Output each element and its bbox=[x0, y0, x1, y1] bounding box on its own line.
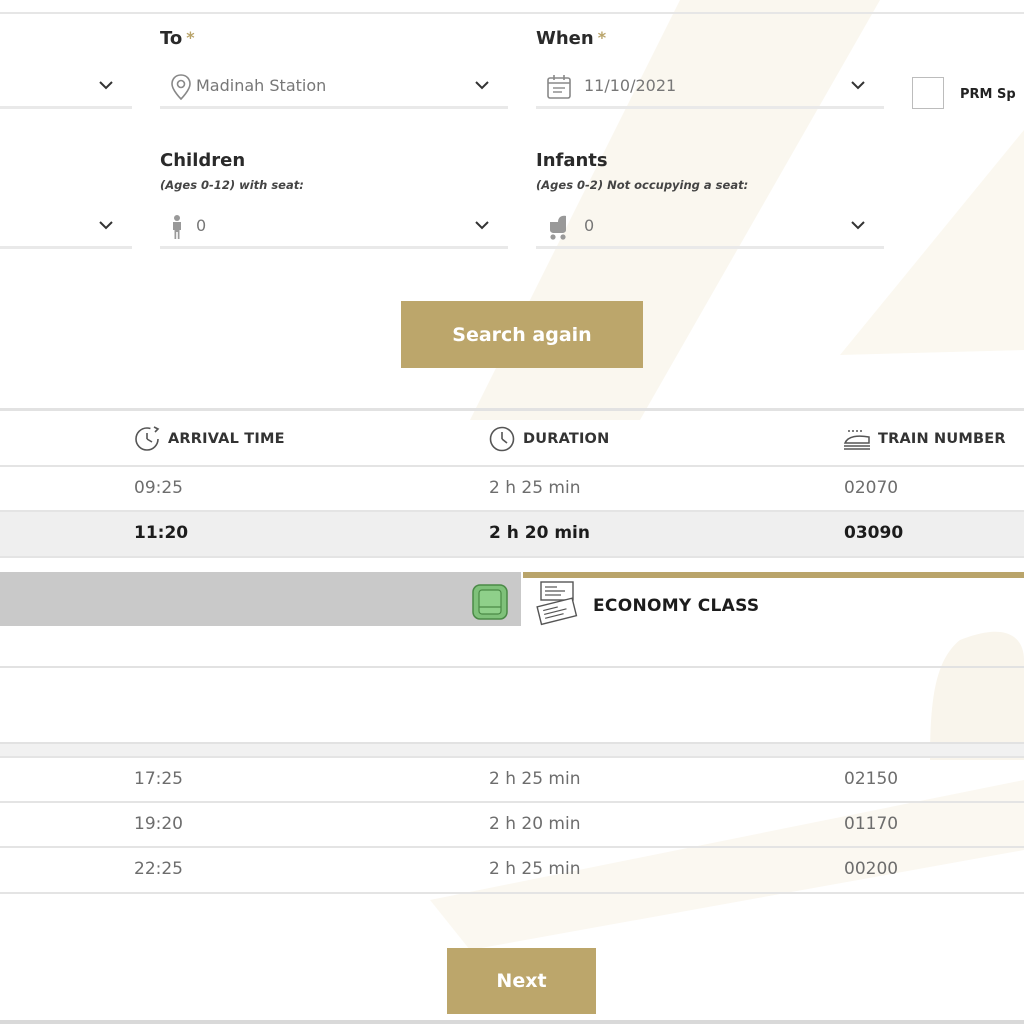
prm-label: PRM Sp bbox=[960, 87, 1016, 102]
stroller-icon bbox=[550, 215, 566, 240]
chevron-down-icon[interactable] bbox=[850, 218, 866, 232]
table-row[interactable]: 17:25 2 h 25 min 02150 bbox=[0, 756, 1024, 802]
clock-icon bbox=[489, 426, 515, 452]
chevron-down-icon[interactable] bbox=[474, 78, 490, 92]
train-number-cell: 00200 bbox=[844, 859, 899, 879]
children-sublabel: (Ages 0-12) with seat: bbox=[160, 178, 304, 192]
arrival-time-cell: 09:25 bbox=[134, 478, 183, 498]
infants-field: Infants (Ages 0-2) Not occupying a seat:… bbox=[536, 150, 884, 252]
header-arrival-time: ARRIVAL TIME bbox=[132, 425, 285, 453]
chevron-down-icon[interactable] bbox=[850, 78, 866, 92]
to-select[interactable]: Madinah Station bbox=[160, 66, 508, 109]
from-select[interactable] bbox=[0, 66, 132, 109]
when-value: 11/10/2021 bbox=[584, 76, 677, 95]
infants-select[interactable]: 0 bbox=[536, 206, 884, 249]
table-row[interactable]: 09:25 2 h 25 min 02070 bbox=[0, 465, 1024, 511]
bottom-divider bbox=[0, 1020, 1024, 1024]
table-row[interactable]: 22:25 2 h 25 min 00200 bbox=[0, 846, 1024, 894]
duration-cell: 2 h 25 min bbox=[489, 859, 581, 879]
arrival-time-cell: 11:20 bbox=[134, 523, 189, 543]
from-field[interactable] bbox=[0, 0, 132, 112]
children-field: Children (Ages 0-12) with seat: 0 bbox=[160, 150, 508, 252]
next-button[interactable]: Next bbox=[447, 948, 596, 1014]
child-icon bbox=[173, 215, 181, 239]
infants-sublabel: (Ages 0-2) Not occupying a seat: bbox=[536, 178, 749, 192]
table-row-selected[interactable]: 11:20 2 h 20 min 03090 bbox=[0, 510, 1024, 556]
children-label: Children bbox=[160, 150, 246, 171]
date-picker[interactable]: 11/10/2021 bbox=[536, 66, 884, 109]
tickets-icon bbox=[536, 581, 578, 626]
arrival-time-cell: 22:25 bbox=[134, 859, 183, 879]
train-number-cell: 02070 bbox=[844, 478, 899, 498]
class-tab-economy[interactable]: ECONOMY CLASS bbox=[523, 572, 1024, 628]
to-field: To * Madinah Station bbox=[160, 28, 508, 112]
chevron-down-icon[interactable] bbox=[474, 218, 490, 232]
table-header-row: ARRIVAL TIME DURATION TRAIN NUMBER bbox=[0, 411, 1024, 465]
infants-value: 0 bbox=[584, 216, 595, 235]
train-number-cell: 02150 bbox=[844, 769, 899, 789]
arrival-clock-icon bbox=[135, 426, 160, 451]
adults-field[interactable] bbox=[0, 200, 132, 252]
chevron-down-icon[interactable] bbox=[98, 78, 114, 92]
duration-cell: 2 h 25 min bbox=[489, 478, 581, 498]
required-mark: * bbox=[186, 28, 195, 47]
location-pin-icon bbox=[171, 74, 191, 101]
table-row[interactable]: 19:20 2 h 20 min 01170 bbox=[0, 801, 1024, 847]
duration-cell: 2 h 25 min bbox=[489, 769, 581, 789]
arrival-time-cell: 17:25 bbox=[134, 769, 183, 789]
infants-label: Infants bbox=[536, 150, 608, 171]
header-duration: DURATION bbox=[487, 425, 609, 453]
seat-icon[interactable] bbox=[471, 583, 509, 621]
when-label: When * bbox=[536, 28, 607, 49]
when-field: When * 11/10/2021 bbox=[536, 28, 884, 112]
required-mark: * bbox=[597, 28, 607, 47]
train-number-cell: 01170 bbox=[844, 814, 899, 834]
duration-cell: 2 h 20 min bbox=[489, 814, 581, 834]
chevron-down-icon[interactable] bbox=[98, 218, 114, 232]
arrival-time-cell: 19:20 bbox=[134, 814, 183, 834]
economy-class-label: ECONOMY CLASS bbox=[593, 596, 760, 616]
header-train-number: TRAIN NUMBER bbox=[842, 425, 1006, 453]
class-tab-other[interactable] bbox=[0, 572, 521, 626]
calendar-icon bbox=[547, 75, 571, 99]
train-number-cell: 03090 bbox=[844, 523, 904, 543]
duration-cell: 2 h 20 min bbox=[489, 523, 590, 543]
adults-select[interactable] bbox=[0, 206, 132, 249]
children-value: 0 bbox=[196, 216, 207, 235]
children-select[interactable]: 0 bbox=[160, 206, 508, 249]
prm-checkbox[interactable] bbox=[912, 77, 944, 109]
top-divider bbox=[0, 12, 1024, 14]
search-again-button[interactable]: Search again bbox=[401, 301, 643, 368]
to-value: Madinah Station bbox=[196, 76, 327, 95]
to-label: To * bbox=[160, 28, 195, 49]
train-icon bbox=[843, 430, 870, 450]
